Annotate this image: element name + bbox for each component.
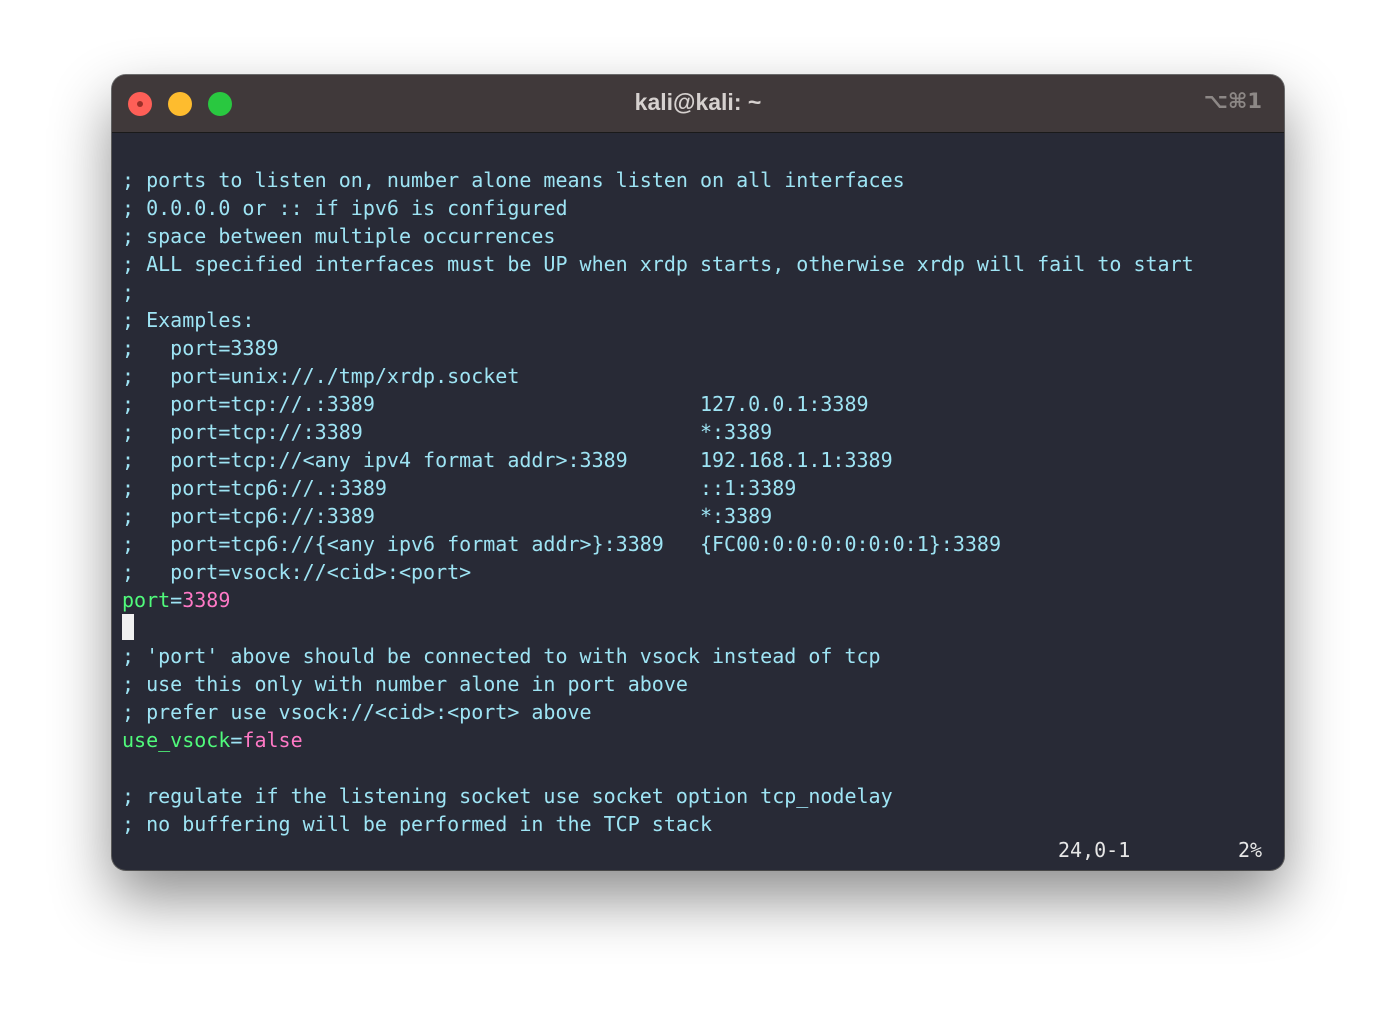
scroll-percent: 2% <box>1238 838 1263 862</box>
editor-line: ; ports to listen on, number alone means… <box>122 166 1194 194</box>
editor-line: ; Examples: <box>122 306 1194 334</box>
comment-text: ; 'port' above should be connected to wi… <box>122 644 881 668</box>
editor-line: ; port=tcp6://{<any ipv6 format addr>}:3… <box>122 530 1194 558</box>
editor-line: ; space between multiple occurrences <box>122 222 1194 250</box>
editor-line: ; port=tcp6://:3389 *:3389 <box>122 502 1194 530</box>
config-separator: = <box>170 588 183 612</box>
window-shortcut-label: ⌥⌘1 <box>1203 89 1262 113</box>
comment-text: ; port=vsock://<cid>:<port> <box>122 560 472 584</box>
editor-line: ; ALL specified interfaces must be UP wh… <box>122 250 1194 278</box>
comment-text: ; port=tcp6://.:3389 ::1:3389 <box>122 476 797 500</box>
editor-line: ; port=tcp://:3389 *:3389 <box>122 418 1194 446</box>
config-value: 3389 <box>182 588 231 612</box>
comment-text: ; port=unix://./tmp/xrdp.socket <box>122 364 520 388</box>
comment-text: ; port=tcp://.:3389 127.0.0.1:3389 <box>122 392 869 416</box>
comment-text: ; Examples: <box>122 308 255 332</box>
comment-text: ; ALL specified interfaces must be UP wh… <box>122 252 1194 276</box>
editor-line: ; port=3389 <box>122 334 1194 362</box>
comment-text: ; space between multiple occurrences <box>122 224 556 248</box>
comment-text: ; prefer use vsock://<cid>:<port> above <box>122 700 592 724</box>
editor-line: ; 0.0.0.0 or :: if ipv6 is configured <box>122 194 1194 222</box>
config-key: port <box>122 588 171 612</box>
editor-line: ; prefer use vsock://<cid>:<port> above <box>122 698 1194 726</box>
editor-line: ; regulate if the listening socket use s… <box>122 782 1194 810</box>
editor-line: port=3389 <box>122 586 1194 614</box>
comment-text: ; port=tcp://:3389 *:3389 <box>122 420 773 444</box>
editor-line: use_vsock=false <box>122 726 1194 754</box>
editor-line: ; port=unix://./tmp/xrdp.socket <box>122 362 1194 390</box>
window-title: kali@kali: ~ <box>634 89 762 115</box>
comment-text: ; port=3389 <box>122 336 279 360</box>
comment-text: ; use this only with number alone in por… <box>122 672 688 696</box>
comment-text: ; port=tcp6://{<any ipv6 format addr>}:3… <box>122 532 1001 556</box>
editor-line: ; port=tcp://<any ipv4 format addr>:3389… <box>122 446 1194 474</box>
config-value: false <box>242 728 303 752</box>
editor-line: ; port=vsock://<cid>:<port> <box>122 558 1194 586</box>
editor-line: ; port=tcp6://.:3389 ::1:3389 <box>122 474 1194 502</box>
comment-text: ; <box>122 280 135 304</box>
editor-line: ; no buffering will be performed in the … <box>122 810 1194 838</box>
text-cursor <box>122 614 134 640</box>
comment-text: ; port=tcp://<any ipv4 format addr>:3389… <box>122 448 893 472</box>
editor-line: ; <box>122 278 1194 306</box>
editor-line: ; 'port' above should be connected to wi… <box>122 642 1194 670</box>
config-key: use_vsock <box>122 728 231 752</box>
comment-text: ; no buffering will be performed in the … <box>122 812 713 836</box>
editor-buffer[interactable]: ; ports to listen on, number alone means… <box>122 166 1194 838</box>
comment-text: ; port=tcp6://:3389 *:3389 <box>122 504 773 528</box>
terminal-window: kali@kali: ~ ⌥⌘1 ; ports to listen on, n… <box>112 75 1284 870</box>
comment-text: ; ports to listen on, number alone means… <box>122 168 905 192</box>
editor-line: ; port=tcp://.:3389 127.0.0.1:3389 <box>122 390 1194 418</box>
comment-text: ; regulate if the listening socket use s… <box>122 784 893 808</box>
config-separator: = <box>230 728 243 752</box>
editor-line: ; use this only with number alone in por… <box>122 670 1194 698</box>
cursor-position: 24,0-1 <box>1058 838 1131 862</box>
comment-text: ; 0.0.0.0 or :: if ipv6 is configured <box>122 196 568 220</box>
editor-line <box>122 614 1194 642</box>
title-bar[interactable]: kali@kali: ~ ⌥⌘1 <box>112 75 1284 133</box>
